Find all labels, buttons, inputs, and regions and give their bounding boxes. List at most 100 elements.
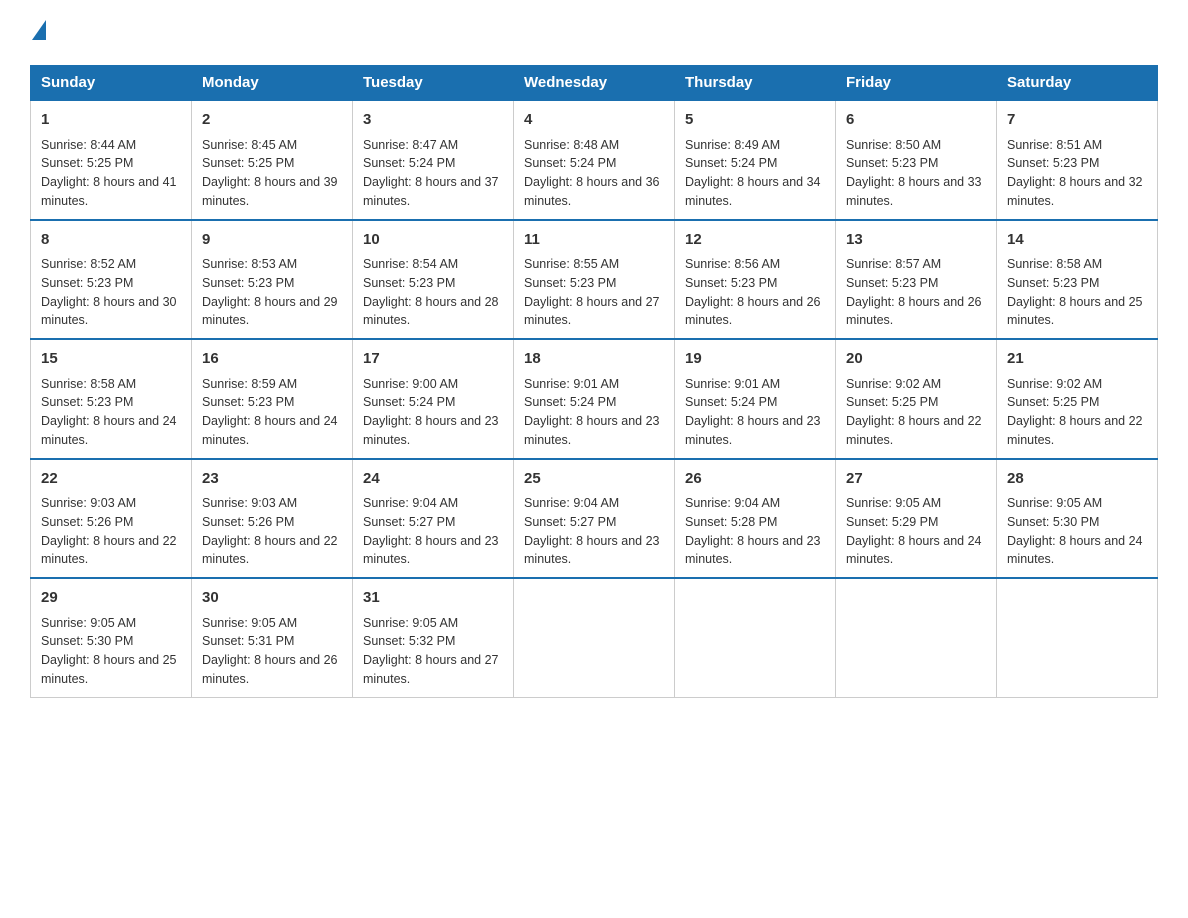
- sunset-label: Sunset: 5:27 PM: [524, 515, 616, 529]
- calendar-header-saturday: Saturday: [997, 66, 1158, 101]
- calendar-header-sunday: Sunday: [31, 66, 192, 101]
- sunset-label: Sunset: 5:27 PM: [363, 515, 455, 529]
- calendar-cell: 5 Sunrise: 8:49 AM Sunset: 5:24 PM Dayli…: [675, 100, 836, 220]
- calendar-cell: 29 Sunrise: 9:05 AM Sunset: 5:30 PM Dayl…: [31, 578, 192, 697]
- page-header: [30, 20, 1158, 45]
- sunset-label: Sunset: 5:23 PM: [524, 276, 616, 290]
- calendar-header-tuesday: Tuesday: [353, 66, 514, 101]
- sunset-label: Sunset: 5:24 PM: [685, 156, 777, 170]
- sunset-label: Sunset: 5:30 PM: [41, 634, 133, 648]
- daylight-label: Daylight: 8 hours and 22 minutes.: [846, 414, 982, 447]
- sunrise-label: Sunrise: 9:04 AM: [524, 496, 619, 510]
- sunrise-label: Sunrise: 9:05 AM: [363, 616, 458, 630]
- sunset-label: Sunset: 5:23 PM: [846, 276, 938, 290]
- day-number: 22: [41, 468, 181, 491]
- sunrise-label: Sunrise: 8:45 AM: [202, 138, 297, 152]
- day-number: 3: [363, 109, 503, 132]
- calendar-cell: [997, 578, 1158, 697]
- day-number: 13: [846, 229, 986, 252]
- sunrise-label: Sunrise: 9:05 AM: [202, 616, 297, 630]
- sunset-label: Sunset: 5:24 PM: [685, 395, 777, 409]
- day-number: 7: [1007, 109, 1147, 132]
- sunset-label: Sunset: 5:23 PM: [685, 276, 777, 290]
- sunset-label: Sunset: 5:28 PM: [685, 515, 777, 529]
- calendar-cell: 23 Sunrise: 9:03 AM Sunset: 5:26 PM Dayl…: [192, 459, 353, 579]
- day-number: 6: [846, 109, 986, 132]
- calendar-cell: 26 Sunrise: 9:04 AM Sunset: 5:28 PM Dayl…: [675, 459, 836, 579]
- calendar-cell: [675, 578, 836, 697]
- sunrise-label: Sunrise: 9:03 AM: [41, 496, 136, 510]
- sunrise-label: Sunrise: 9:04 AM: [685, 496, 780, 510]
- sunrise-label: Sunrise: 8:52 AM: [41, 257, 136, 271]
- sunrise-label: Sunrise: 8:47 AM: [363, 138, 458, 152]
- calendar-header-row: SundayMondayTuesdayWednesdayThursdayFrid…: [31, 66, 1158, 101]
- sunrise-label: Sunrise: 8:48 AM: [524, 138, 619, 152]
- logo: [30, 20, 46, 45]
- sunset-label: Sunset: 5:23 PM: [202, 276, 294, 290]
- day-number: 11: [524, 229, 664, 252]
- sunset-label: Sunset: 5:24 PM: [363, 156, 455, 170]
- sunrise-label: Sunrise: 9:05 AM: [1007, 496, 1102, 510]
- daylight-label: Daylight: 8 hours and 23 minutes.: [685, 534, 821, 567]
- sunset-label: Sunset: 5:25 PM: [846, 395, 938, 409]
- calendar-cell: 3 Sunrise: 8:47 AM Sunset: 5:24 PM Dayli…: [353, 100, 514, 220]
- calendar-header-friday: Friday: [836, 66, 997, 101]
- sunset-label: Sunset: 5:29 PM: [846, 515, 938, 529]
- day-number: 20: [846, 348, 986, 371]
- calendar-week-row: 8 Sunrise: 8:52 AM Sunset: 5:23 PM Dayli…: [31, 220, 1158, 340]
- sunrise-label: Sunrise: 8:49 AM: [685, 138, 780, 152]
- daylight-label: Daylight: 8 hours and 25 minutes.: [41, 653, 177, 686]
- daylight-label: Daylight: 8 hours and 28 minutes.: [363, 295, 499, 328]
- sunrise-label: Sunrise: 8:56 AM: [685, 257, 780, 271]
- sunrise-label: Sunrise: 8:44 AM: [41, 138, 136, 152]
- day-number: 17: [363, 348, 503, 371]
- calendar-cell: 31 Sunrise: 9:05 AM Sunset: 5:32 PM Dayl…: [353, 578, 514, 697]
- day-number: 30: [202, 587, 342, 610]
- day-number: 29: [41, 587, 181, 610]
- day-number: 27: [846, 468, 986, 491]
- calendar-cell: 7 Sunrise: 8:51 AM Sunset: 5:23 PM Dayli…: [997, 100, 1158, 220]
- calendar-cell: 28 Sunrise: 9:05 AM Sunset: 5:30 PM Dayl…: [997, 459, 1158, 579]
- sunset-label: Sunset: 5:23 PM: [363, 276, 455, 290]
- daylight-label: Daylight: 8 hours and 24 minutes.: [202, 414, 338, 447]
- calendar-cell: 19 Sunrise: 9:01 AM Sunset: 5:24 PM Dayl…: [675, 339, 836, 459]
- calendar-cell: 24 Sunrise: 9:04 AM Sunset: 5:27 PM Dayl…: [353, 459, 514, 579]
- sunrise-label: Sunrise: 9:03 AM: [202, 496, 297, 510]
- sunset-label: Sunset: 5:26 PM: [202, 515, 294, 529]
- daylight-label: Daylight: 8 hours and 26 minutes.: [846, 295, 982, 328]
- day-number: 24: [363, 468, 503, 491]
- daylight-label: Daylight: 8 hours and 24 minutes.: [846, 534, 982, 567]
- calendar-week-row: 29 Sunrise: 9:05 AM Sunset: 5:30 PM Dayl…: [31, 578, 1158, 697]
- day-number: 28: [1007, 468, 1147, 491]
- daylight-label: Daylight: 8 hours and 24 minutes.: [1007, 534, 1143, 567]
- daylight-label: Daylight: 8 hours and 26 minutes.: [685, 295, 821, 328]
- daylight-label: Daylight: 8 hours and 23 minutes.: [685, 414, 821, 447]
- sunrise-label: Sunrise: 9:02 AM: [846, 377, 941, 391]
- day-number: 1: [41, 109, 181, 132]
- day-number: 31: [363, 587, 503, 610]
- calendar-cell: 13 Sunrise: 8:57 AM Sunset: 5:23 PM Dayl…: [836, 220, 997, 340]
- sunrise-label: Sunrise: 8:54 AM: [363, 257, 458, 271]
- calendar-week-row: 15 Sunrise: 8:58 AM Sunset: 5:23 PM Dayl…: [31, 339, 1158, 459]
- calendar-cell: 10 Sunrise: 8:54 AM Sunset: 5:23 PM Dayl…: [353, 220, 514, 340]
- calendar-cell: 17 Sunrise: 9:00 AM Sunset: 5:24 PM Dayl…: [353, 339, 514, 459]
- daylight-label: Daylight: 8 hours and 26 minutes.: [202, 653, 338, 686]
- sunset-label: Sunset: 5:24 PM: [524, 156, 616, 170]
- calendar-cell: 16 Sunrise: 8:59 AM Sunset: 5:23 PM Dayl…: [192, 339, 353, 459]
- calendar-table: SundayMondayTuesdayWednesdayThursdayFrid…: [30, 65, 1158, 698]
- calendar-cell: 20 Sunrise: 9:02 AM Sunset: 5:25 PM Dayl…: [836, 339, 997, 459]
- sunset-label: Sunset: 5:25 PM: [202, 156, 294, 170]
- day-number: 23: [202, 468, 342, 491]
- sunset-label: Sunset: 5:32 PM: [363, 634, 455, 648]
- day-number: 5: [685, 109, 825, 132]
- sunrise-label: Sunrise: 8:58 AM: [41, 377, 136, 391]
- daylight-label: Daylight: 8 hours and 23 minutes.: [363, 414, 499, 447]
- sunset-label: Sunset: 5:25 PM: [41, 156, 133, 170]
- calendar-header-monday: Monday: [192, 66, 353, 101]
- calendar-cell: 2 Sunrise: 8:45 AM Sunset: 5:25 PM Dayli…: [192, 100, 353, 220]
- day-number: 18: [524, 348, 664, 371]
- calendar-cell: 22 Sunrise: 9:03 AM Sunset: 5:26 PM Dayl…: [31, 459, 192, 579]
- daylight-label: Daylight: 8 hours and 23 minutes.: [524, 414, 660, 447]
- daylight-label: Daylight: 8 hours and 24 minutes.: [41, 414, 177, 447]
- sunset-label: Sunset: 5:25 PM: [1007, 395, 1099, 409]
